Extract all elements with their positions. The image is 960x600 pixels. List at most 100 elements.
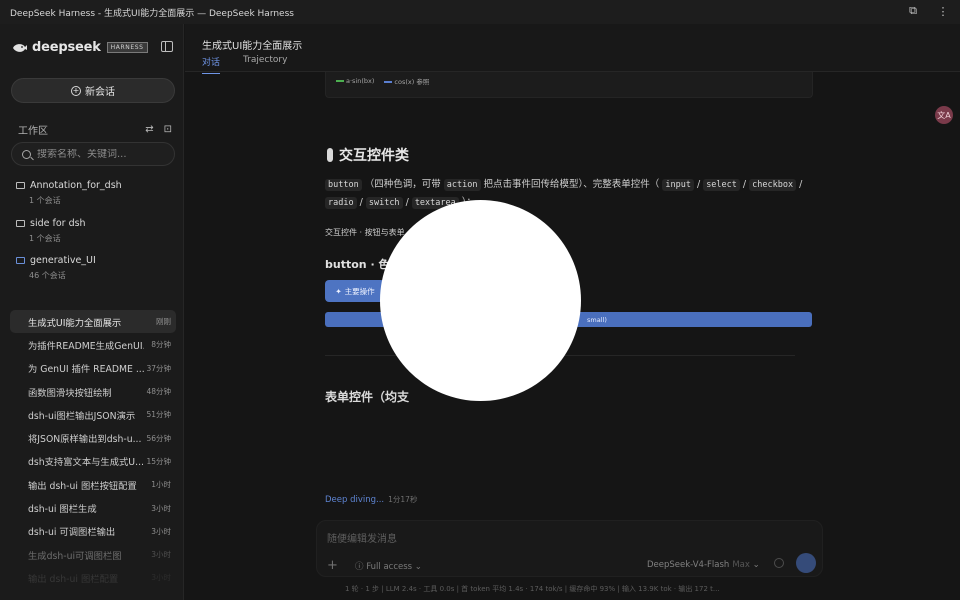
list-item[interactable]: 输出 dsh-ui 图栏配置 3小时 — [10, 566, 176, 589]
search-icon — [22, 149, 31, 159]
logo: deepseek HARNESS — [12, 40, 148, 55]
attach-icon[interactable]: + — [327, 558, 338, 573]
list-item[interactable]: 生成dsh-ui可调图栏图 3小时 — [10, 543, 176, 566]
sidebar-toggle-icon[interactable] — [161, 41, 173, 52]
conv-time: 48分钟 — [146, 387, 171, 397]
workspace-label: 工作区 — [18, 126, 48, 137]
conversation-list: 生成式UI能力全面展示 刚刚 为插件README生成GenUI... 8分钟 为 G… — [10, 310, 176, 590]
folder-count: 1 个会话 — [29, 234, 61, 243]
conv-title: 函数图滑块按钮绘制 — [28, 387, 112, 399]
whale-logo-icon — [13, 43, 27, 52]
folder-generative[interactable]: generative_UI 46 个会话 — [16, 255, 96, 281]
folder-icon — [16, 220, 25, 227]
conv-title: 输出 dsh-ui 图栏配置 — [28, 573, 119, 585]
conv-time: 刚刚 — [156, 317, 171, 327]
chart-legend-box: a·sin(bx) cos(x) 参照 — [325, 72, 813, 98]
white-circle-overlay — [380, 200, 581, 401]
toggle-icon — [327, 148, 333, 162]
conv-title: 将JSON原样输出到dsh-u... — [28, 434, 142, 446]
search-input[interactable] — [37, 148, 167, 160]
folder-annotation[interactable]: Annotation_for_dsh 1 个会话 — [16, 180, 122, 206]
conv-title: 生成dsh-ui可调图栏图 — [28, 550, 122, 562]
conv-title: dsh-ui 图栏生成 — [28, 504, 97, 516]
access-label: Full access — [366, 562, 413, 572]
primary-action-button[interactable]: ✦ 主要操作 — [325, 280, 385, 302]
model-mode: Max — [732, 560, 750, 570]
folder-side[interactable]: side for dsh 1 个会话 — [16, 218, 86, 244]
section-title: 交互控件类 — [339, 148, 409, 164]
folder-name: side for dsh — [30, 218, 86, 229]
logo-text: deepseek — [32, 40, 101, 55]
conv-time: 51分钟 — [146, 410, 171, 420]
harness-badge: HARNESS — [106, 42, 148, 53]
primary-action-label: 主要操作 — [344, 286, 375, 296]
list-item[interactable]: 函数图滑块按钮绘制 48分钟 — [10, 380, 176, 403]
full-width-label: small) — [587, 315, 607, 324]
list-item[interactable]: 为 GenUI 插件 README ... 37分钟 — [10, 357, 176, 380]
conv-time: 3小时 — [151, 550, 171, 560]
status-icon — [774, 558, 784, 568]
code-switch: switch — [365, 197, 403, 209]
conv-title: dsh-ui 可调图栏输出 — [28, 527, 116, 539]
access-selector[interactable]: ⓘ Full access ⌄ — [355, 560, 422, 572]
widget-label: 交互控件 · 按钮与表单 — [325, 228, 405, 237]
conv-title: dsh支持富文本与生成式U... — [28, 457, 144, 469]
send-button[interactable] — [796, 553, 816, 573]
translate-icon[interactable]: 文A — [935, 106, 953, 124]
conv-title: 生成式UI能力全面展示 — [28, 317, 122, 329]
section-description: button （四种色调，可带 action 把点击事件回传给模型）、完整表单控… — [325, 176, 813, 212]
conv-title: dsh-ui图栏输出JSON演示 — [28, 410, 136, 422]
thinking-status[interactable]: Deep diving... 1分17秒 — [325, 494, 417, 505]
plus-icon: + — [71, 85, 81, 96]
title-bar: DeepSeek Harness - 生成式UI能力全面展示 — DeepSee… — [0, 0, 960, 24]
list-item[interactable]: dsh支持富文本与生成式U... 15分钟 — [10, 450, 176, 473]
conv-title: 为插件README生成GenUI... — [28, 340, 144, 352]
new-chat-label: 新会话 — [85, 87, 115, 98]
conv-time: 37分钟 — [146, 363, 171, 373]
new-chat-button[interactable]: + 新会话 — [11, 78, 175, 103]
tab-trajectory[interactable]: Trajectory — [243, 55, 287, 70]
form-heading: 表单控件（均支 — [325, 390, 410, 404]
code-checkbox: checkbox — [749, 179, 797, 191]
list-item[interactable]: 生成式UI能力全面展示 刚刚 — [10, 310, 176, 334]
folder-name: Annotation_for_dsh — [30, 180, 122, 191]
composer: 随便编辑发消息 + ⓘ Full access ⌄ DeepSeek-V4-Fl… — [316, 520, 823, 577]
conv-time: 3小时 — [151, 573, 171, 583]
desc-text: （四种色调，可带 — [364, 179, 441, 190]
conv-time: 56分钟 — [146, 433, 171, 443]
folder-count: 46 个会话 — [29, 271, 66, 280]
workspace-header: 工作区 ⇄ ⊡ — [18, 122, 172, 137]
tab-chat[interactable]: 对话 — [202, 55, 221, 74]
conv-title: 为 GenUI 插件 README ... — [28, 364, 144, 376]
model-selector[interactable]: DeepSeek-V4-Flash Max ⌄ — [647, 560, 760, 570]
conv-time: 15分钟 — [146, 456, 171, 466]
window-title: DeepSeek Harness - 生成式UI能力全面展示 — DeepSee… — [10, 8, 294, 19]
list-item[interactable]: 输出 dsh-ui 图栏按钮配置 1小时 — [10, 473, 176, 496]
code-button: button — [325, 179, 362, 191]
folder-count: 1 个会话 — [29, 196, 61, 205]
composer-input[interactable]: 随便编辑发消息 — [327, 530, 397, 545]
legend-item: a·sin(bx) — [336, 77, 374, 85]
conversation-header: 生成式UI能力全面展示 对话 Trajectory — [185, 24, 960, 74]
list-item[interactable]: dsh-ui 图栏生成 3小时 — [10, 496, 176, 519]
list-item[interactable]: dsh-ui 可调图栏输出 3小时 — [10, 520, 176, 543]
conv-time: 3小时 — [151, 526, 171, 536]
list-item[interactable]: 将JSON原样输出到dsh-u... 56分钟 — [10, 426, 176, 449]
list-item[interactable]: dsh-ui图栏输出JSON演示 51分钟 — [10, 403, 176, 426]
code-input: input — [662, 179, 694, 191]
search-box[interactable] — [11, 142, 175, 166]
filter-icon[interactable]: ⇄ — [145, 124, 153, 135]
conv-time: 3小时 — [151, 503, 171, 513]
new-folder-icon[interactable]: ⊡ — [164, 124, 172, 135]
more-menu-icon[interactable]: ⋮ — [936, 4, 950, 18]
code-select: select — [703, 179, 740, 191]
code-radio: radio — [325, 197, 357, 209]
legend-item: cos(x) 参照 — [384, 76, 429, 86]
stats-bar: 1 轮 · 1 步 | LLM 2.4s · 工具 0.0s | 首 token… — [345, 585, 720, 593]
extension-icon[interactable]: ⧉ — [906, 4, 920, 18]
sidebar: deepseek HARNESS + 新会话 工作区 ⇄ ⊡ Annotatio… — [0, 24, 184, 600]
list-item[interactable]: 为插件README生成GenUI... 8分钟 — [10, 333, 176, 356]
model-label: DeepSeek-V4-Flash — [647, 560, 730, 570]
conv-time: 1小时 — [151, 480, 171, 490]
sparkle-icon: ✦ — [335, 286, 342, 296]
